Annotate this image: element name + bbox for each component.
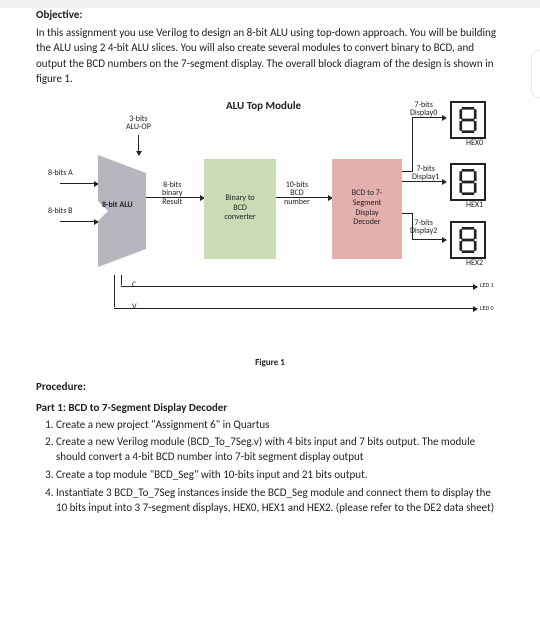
label-led1: LED 1: [480, 282, 494, 289]
figure-caption: Figure 1: [36, 357, 504, 368]
diagram-title: ALU Top Module: [226, 99, 301, 112]
label-hex1: HEX1: [466, 201, 483, 210]
label-d0: 7-bits Display0: [410, 101, 437, 119]
label-aluout: 8-bits binary Result: [162, 181, 183, 207]
label-in-b: 8-bits B: [48, 207, 73, 216]
wire-d0-v: [412, 117, 413, 172]
label-hex2: HEX2: [466, 259, 483, 268]
label-d1: 7-bits Display1: [412, 165, 439, 183]
procedure-heading: Procedure:: [36, 380, 504, 393]
step-item: Instantiate 3 BCD_To_7Seg instances insi…: [56, 486, 504, 516]
wire-d2-h: [402, 213, 412, 214]
wire-d0-h: [402, 171, 412, 172]
hex1-display: [450, 163, 486, 201]
label-hex0: HEX0: [466, 139, 483, 148]
wire-c-h: [121, 286, 461, 287]
part1-heading: Part 1: BCD to 7-Segment Display Decoder: [36, 401, 504, 414]
block-decoder: BCD to 7- Segment Display Decoder: [332, 159, 402, 259]
hex2-display: [450, 221, 486, 259]
page-curl: [531, 50, 540, 98]
alu-label: 8-bit ALU: [102, 201, 133, 210]
step-item: Create a new project "Assignment 6" in Q…: [56, 418, 504, 433]
label-bcdout: 10-bits BCD number: [284, 181, 310, 207]
block-diagram: ALU Top Module 3-bits ALU-OP 8-bits A 8-…: [36, 93, 496, 353]
arrow-bcdout: [276, 197, 332, 198]
wire-c-v: [121, 275, 122, 285]
label-aluop: 3-bits ALU-OP: [126, 115, 151, 133]
hex0-display: [450, 101, 486, 139]
objective-text: In this assignment you use Verilog to de…: [36, 25, 504, 87]
label-d2: 7-bits Display2: [410, 219, 437, 237]
arrow-in-a: [60, 183, 98, 184]
step-item: Create a top module "BCD_Seg" with 10-bi…: [56, 468, 504, 483]
arrow-d2: [412, 239, 446, 240]
step-item: Create a new Verilog module (BCD_To_7Seg…: [56, 435, 504, 465]
page: Objective: In this assignment you use Ve…: [0, 8, 540, 628]
label-led0: LED 0: [480, 305, 494, 312]
arrow-aluout: [146, 197, 204, 198]
block-b2bcd: Binary to BCD converter: [204, 159, 276, 259]
objective-heading: Objective:: [36, 8, 504, 21]
arrow-aluop: [138, 135, 139, 155]
alu-shape: [98, 155, 168, 275]
label-in-a: 8-bits A: [48, 169, 73, 178]
steps-list: Create a new project "Assignment 6" in Q…: [36, 418, 504, 516]
wire-v-h: [114, 308, 461, 309]
wire-v-v: [114, 275, 115, 307]
arrow-led0: [461, 308, 477, 309]
arrow-in-b: [60, 221, 98, 222]
arrow-led1: [461, 286, 477, 287]
